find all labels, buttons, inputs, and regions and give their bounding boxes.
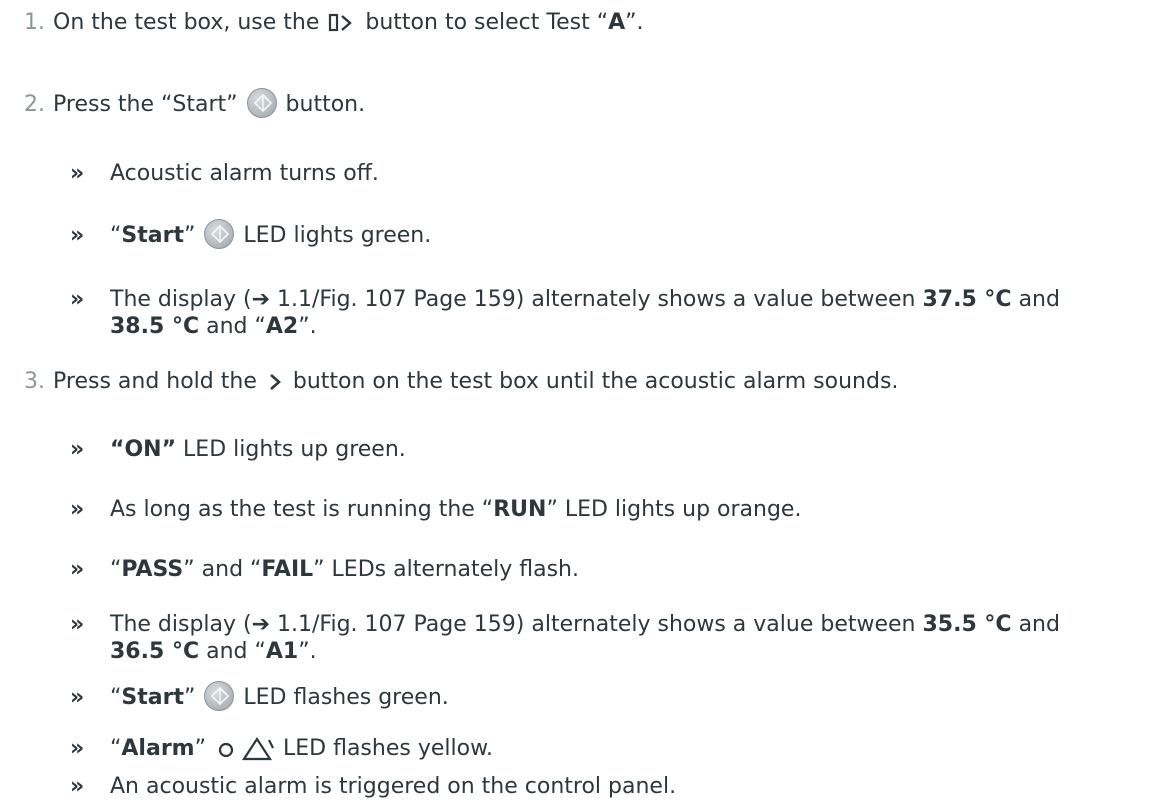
result-item: » As long as the test is running the “RU… (70, 495, 801, 525)
result-item: » “PASS” and “FAIL” LEDs alternately fla… (70, 555, 579, 585)
bullet: » (70, 612, 85, 637)
step-2: 2. Press the “Start” button. (24, 88, 365, 120)
step-1: 1. On the test box, use the button to sel… (24, 10, 644, 35)
step-3: 3. Press and hold the button on the test … (24, 369, 899, 394)
warning-triangle-icon (241, 736, 276, 762)
bullet: » (70, 287, 85, 312)
bullet: » (70, 161, 85, 186)
bullet: » (70, 685, 85, 710)
start-button-icon (246, 88, 277, 118)
bullet: » (70, 437, 85, 462)
select-test-button-icon (328, 12, 356, 34)
bullet: » (70, 736, 85, 761)
result-item: » “Alarm” LED flashes yellow. (70, 734, 493, 764)
start-button-icon (204, 681, 235, 711)
bullet: » (70, 774, 85, 799)
start-button-icon (204, 219, 235, 249)
chevron-right-icon (266, 371, 284, 393)
result-item: » The display (➔ 1.1/Fig. 107 Page 159) … (70, 287, 1060, 339)
step-number: 3. (24, 369, 45, 394)
result-item: » The display (➔ 1.1/Fig. 107 Page 159) … (70, 612, 1060, 664)
result-item: » “Start” LED flashes green. (70, 681, 449, 713)
result-item: » “ON” LED lights up green. (70, 435, 406, 465)
bullet: » (70, 557, 85, 582)
instruction-page: 1. On the test box, use the button to sel… (0, 0, 1152, 808)
result-item: » An acoustic alarm is triggered on the … (70, 772, 676, 802)
circle-icon (217, 738, 235, 760)
step-number: 1. (24, 10, 45, 35)
result-item: » “Start” LED lights green. (70, 219, 431, 251)
bullet: » (70, 223, 85, 248)
bullet: » (70, 497, 85, 522)
step-number: 2. (24, 92, 45, 117)
result-item: » Acoustic alarm turns off. (70, 159, 379, 189)
